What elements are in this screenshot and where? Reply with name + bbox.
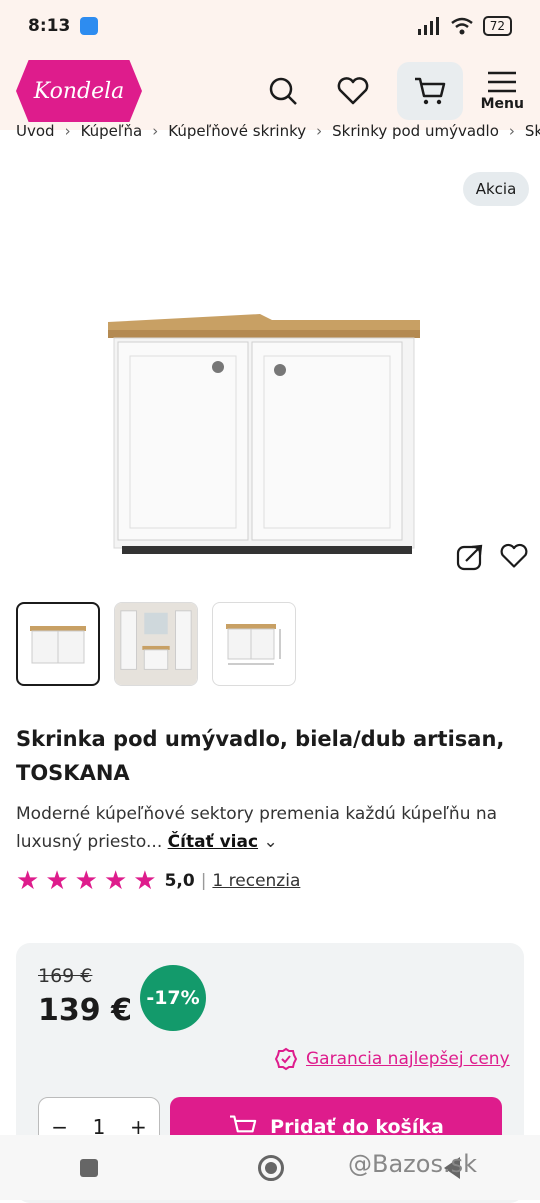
hamburger-icon [488, 71, 517, 93]
star-icon: ★ [74, 866, 98, 896]
read-more-link[interactable]: Čítať viac [168, 832, 258, 852]
search-icon [269, 77, 297, 105]
logo-text: Kondela [33, 78, 125, 104]
heart-icon [337, 77, 368, 105]
thumbnail-gallery [16, 602, 296, 686]
signal-icon [417, 17, 439, 35]
cart-button[interactable] [396, 62, 463, 120]
wishlist-button[interactable] [327, 65, 379, 117]
product-image[interactable] [100, 300, 430, 560]
divider: | [200, 871, 207, 891]
heart-icon [500, 543, 528, 568]
price-guarantee-link[interactable]: Garancia najlepšej ceny [274, 1047, 510, 1071]
product-title: Skrinka pod umývadlo, biela/dub artisan,… [16, 727, 505, 785]
share-icon [456, 544, 483, 571]
thumbnail-1[interactable] [16, 602, 100, 686]
breadcrumb-item[interactable]: Kúpeľňové skrinky [168, 124, 306, 140]
chevron-right-icon: › [508, 124, 515, 140]
share-button[interactable] [456, 543, 484, 575]
recents-button[interactable] [80, 1158, 98, 1177]
rating-score: 5,0 [164, 871, 195, 891]
kondela-logo[interactable]: Kondela [16, 60, 142, 122]
status-time: 8:13 [28, 16, 71, 36]
reviews-link[interactable]: 1 recenzia [212, 871, 300, 891]
thumbnail-image [30, 626, 86, 664]
star-icon: ★ [16, 866, 40, 896]
menu-button[interactable]: Menu [481, 70, 524, 112]
old-price: 169 € [38, 965, 93, 987]
breadcrumb-item[interactable]: Skrinky pod umývadlo [332, 124, 499, 140]
wifi-icon [450, 17, 473, 35]
thumbnail-image [226, 624, 281, 665]
star-icon: ★ [45, 866, 69, 896]
chevron-right-icon: › [64, 124, 71, 140]
breadcrumb-item[interactable]: Úvod [16, 124, 55, 140]
star-icon: ★ [133, 866, 157, 896]
thumbnail-3[interactable] [212, 602, 296, 686]
guarantee-label: Garancia najlepšej ceny [306, 1049, 510, 1069]
discount-badge: -17% [140, 965, 206, 1031]
battery-icon: 72 [482, 16, 512, 36]
watermark: @Bazos.sk [348, 1150, 477, 1178]
menu-label: Menu [480, 96, 524, 112]
chevron-down-icon[interactable]: ⌄ [263, 832, 277, 852]
status-bar: 8:13 72 [0, 0, 540, 52]
rating-stars: ★ ★ ★ ★ ★ [16, 866, 157, 896]
sale-badge: Akcia [463, 172, 529, 206]
cart-icon [414, 77, 445, 105]
breadcrumb-item[interactable]: Kúpeľňa [81, 124, 143, 140]
thumbnail-image [115, 603, 197, 685]
product-rating: ★ ★ ★ ★ ★ 5,0 | 1 recenzia [16, 866, 300, 896]
product-favorite-button[interactable] [500, 543, 528, 573]
search-button[interactable] [257, 65, 309, 117]
chevron-right-icon: › [152, 124, 159, 140]
thumbnail-2[interactable] [114, 602, 198, 686]
chevron-right-icon: › [316, 124, 323, 140]
home-button[interactable] [258, 1154, 284, 1181]
star-icon: ★ [103, 866, 128, 896]
product-description: Moderné kúpeľňové sektory premenia každú… [16, 800, 516, 856]
badge-check-icon [274, 1047, 298, 1071]
breadcrumb: Úvod › Kúpeľňa › Kúpeľňové skrinky › Skrink… [16, 124, 540, 140]
breadcrumb-item[interactable]: Skrinka [525, 124, 540, 140]
site-header: Kondela Menu [0, 52, 540, 130]
notification-icon [80, 17, 99, 35]
current-price: 139 € [38, 993, 132, 1028]
